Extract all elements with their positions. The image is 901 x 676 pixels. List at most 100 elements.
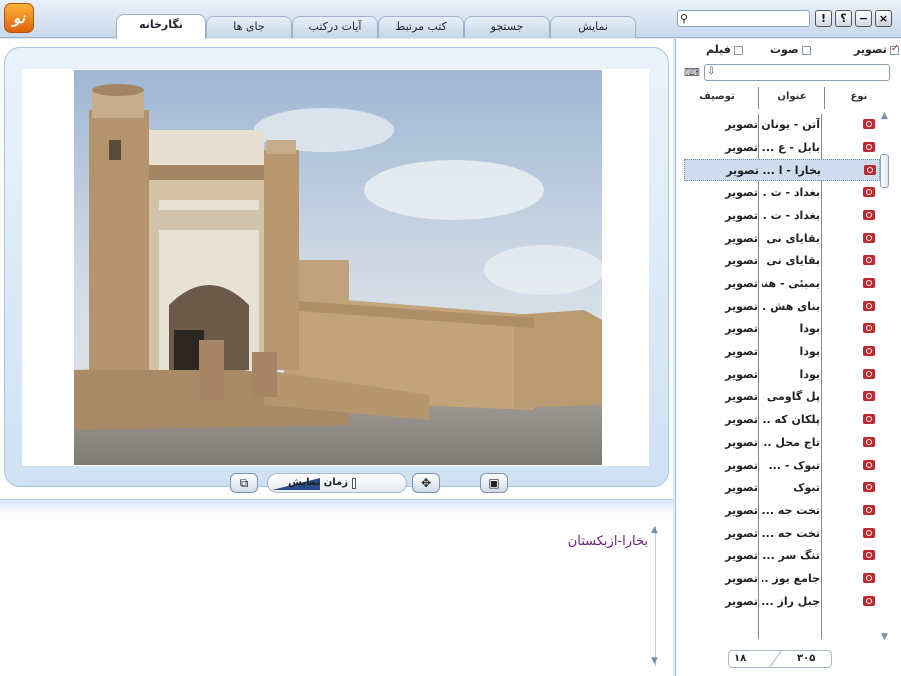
camera-icon — [863, 346, 875, 356]
column-divider — [758, 87, 759, 109]
media-list-panel: تصویر صوت فیلم ⌨ ⇩ توصیف عنوان نوع تصویر… — [675, 39, 901, 676]
camera-icon — [863, 595, 875, 606]
display-time-label: زمان نمایش — [288, 477, 348, 488]
item-title: بقایای نی ... — [762, 254, 820, 268]
item-type: تصویر — [725, 481, 758, 495]
info-button[interactable]: ! — [815, 10, 832, 27]
list-item[interactable]: تصویر تاج محل ... — [684, 432, 880, 454]
tab-places[interactable]: جای ها — [206, 16, 292, 38]
list-item[interactable]: تصویر جبل راز ... — [684, 591, 880, 613]
image-description: بخارا-ازبکستان — [567, 534, 648, 549]
list-item[interactable]: تصویر بخارا - ا ... — [684, 159, 880, 182]
scroll-up-icon[interactable]: ▲ — [881, 112, 888, 121]
item-type: تصویر — [726, 164, 759, 178]
camera-icon — [863, 482, 875, 493]
list-item[interactable]: تصویر بغداد - ت ... — [684, 205, 880, 227]
minimize-button[interactable]: − — [855, 10, 872, 27]
checkbox-audio[interactable] — [801, 45, 811, 55]
description-scrollbar[interactable]: ▲ ▼ — [651, 526, 665, 666]
item-title: بابل - ع ... — [762, 140, 820, 154]
fit-image-button[interactable]: ✥ — [412, 473, 440, 493]
item-title: تنگ سر ... — [762, 549, 820, 563]
item-title: تخت جه ... — [762, 526, 820, 540]
tab-search[interactable]: جستجو — [464, 16, 550, 38]
column-divider — [824, 87, 825, 109]
column-description[interactable]: توصیف — [676, 87, 758, 107]
checkbox-image[interactable] — [889, 43, 899, 55]
scroll-thumb[interactable] — [880, 154, 889, 188]
item-title: بودا — [799, 367, 820, 381]
scroll-down-icon[interactable]: ▼ — [651, 657, 658, 666]
list-item[interactable]: تصویر بمبئی - هند — [684, 273, 880, 295]
filter-audio[interactable]: صوت — [770, 43, 811, 56]
list-item[interactable]: تصویر بودا — [684, 341, 880, 363]
app-logo: نو — [4, 3, 34, 33]
item-type: تصویر — [725, 594, 758, 608]
camera-icon — [863, 323, 875, 334]
list-item[interactable]: تصویر بابل - ع ... — [684, 137, 880, 159]
camera-icon — [863, 436, 875, 447]
tab-related-books[interactable]: کتب مرتبط — [378, 16, 464, 38]
camera-icon — [863, 232, 875, 243]
filter-video[interactable]: فیلم — [706, 43, 743, 56]
list-item[interactable]: تصویر تبوک — [684, 477, 880, 499]
save-icon: ▣ — [488, 476, 500, 490]
copy-image-button[interactable]: ⧉ — [230, 473, 258, 493]
media-filters: تصویر صوت فیلم — [676, 39, 901, 61]
column-type[interactable]: نوع — [826, 87, 892, 107]
camera-icon — [864, 165, 876, 176]
slider-thumb[interactable] — [352, 478, 356, 489]
pager: ۱۸ ۳۰۵ — [728, 650, 832, 668]
save-button[interactable]: ▣ — [480, 473, 508, 493]
filter-image[interactable]: تصویر — [854, 43, 899, 57]
pager-current: ۱۸ — [734, 653, 747, 664]
tab-display[interactable]: نمایش — [550, 16, 636, 38]
list-item[interactable]: تصویر بودا — [684, 364, 880, 386]
list-item[interactable]: تصویر بنای هش ... — [684, 296, 880, 318]
column-title[interactable]: عنوان — [760, 87, 824, 107]
list-search-input[interactable]: ⇩ — [704, 64, 890, 81]
item-type: تصویر — [725, 572, 758, 585]
list-item[interactable]: تصویر آتن - یونان — [684, 114, 880, 136]
scroll-down-icon[interactable]: ▼ — [881, 633, 888, 642]
tab-verses-in-books[interactable]: آیات درکتب — [292, 16, 378, 38]
display-time-slider[interactable]: زمان نمایش — [267, 473, 407, 493]
item-title: پلکان که ... — [762, 413, 820, 427]
checkbox-video[interactable] — [733, 45, 743, 55]
item-type: تصویر — [725, 345, 758, 358]
list-scrollbar[interactable]: ▲ ▼ — [879, 112, 893, 642]
camera-icon — [863, 300, 875, 311]
item-type: تصویر — [725, 526, 758, 540]
list-item[interactable]: تصویر پلکان که ... — [684, 409, 880, 431]
list-item[interactable]: تصویر تخت جه ... — [684, 523, 880, 545]
item-title: بخارا - ا ... — [763, 164, 821, 178]
help-button[interactable]: ؟ — [835, 10, 852, 27]
title-bar: نو نگارخانه جای ها آیات درکتب کتب مرتبط … — [0, 0, 901, 39]
list-item[interactable]: تصویر بقایای نی ... — [684, 228, 880, 250]
list-item[interactable]: تصویر بقایای نی ... — [684, 250, 880, 272]
list-item[interactable]: تصویر تبوک - ... — [684, 455, 880, 477]
search-icon: ⇩ — [707, 66, 716, 77]
item-title: آتن - یونان — [762, 118, 820, 131]
close-button[interactable]: × — [875, 10, 892, 27]
item-title: تاج محل ... — [762, 435, 820, 449]
list-item[interactable]: تصویر بودا — [684, 318, 880, 340]
item-title: بقایای نی ... — [762, 231, 820, 245]
list-item[interactable]: تصویر بغداد - ت ... — [684, 182, 880, 204]
item-title: بمبئی - هند — [762, 276, 820, 290]
list-item[interactable]: تصویر پل گاومی ... — [684, 386, 880, 408]
list-item[interactable]: تصویر جامع یوز ... — [684, 568, 880, 590]
camera-icon — [863, 141, 875, 152]
tab-gallery[interactable]: نگارخانه — [116, 14, 206, 39]
camera-icon — [863, 277, 875, 288]
pager-divider — [769, 650, 782, 668]
keyboard-icon[interactable]: ⌨ — [684, 66, 700, 79]
camera-icon — [863, 255, 875, 266]
description-panel: بخارا-ازبکستان ▲ ▼ — [0, 499, 673, 676]
scroll-up-icon[interactable]: ▲ — [651, 526, 658, 535]
list-item[interactable]: تصویر تنگ سر ... — [684, 545, 880, 567]
item-title: بغداد - ت ... — [762, 186, 820, 200]
list-item[interactable]: تصویر تخت جه ... — [684, 500, 880, 522]
item-type: تصویر — [725, 413, 758, 427]
top-search-input[interactable]: ⚲ — [677, 10, 810, 27]
